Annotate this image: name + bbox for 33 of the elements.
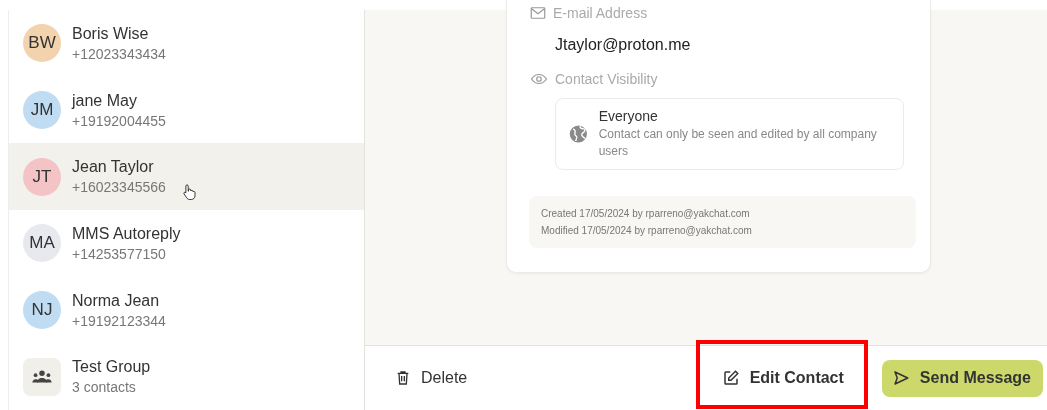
contact-name: MMS Autoreply — [72, 224, 181, 243]
option-description: Contact can only be seen and edited by all company users — [598, 126, 878, 160]
avatar: NJ — [23, 291, 61, 329]
contact-name: jane May — [72, 91, 138, 110]
contact-name: Jean Taylor — [72, 158, 155, 177]
contact-item[interactable]: JT Jean Taylor +16023345566 — [9, 143, 364, 210]
contact-name: Boris Wise — [72, 24, 150, 43]
phone-number: +12023343434 — [72, 45, 166, 62]
member-count: 3 contacts — [72, 379, 137, 396]
phone-number: +19192123344 — [72, 312, 166, 329]
avatar: BW — [23, 24, 61, 63]
delete-button[interactable]: Delete — [389, 361, 474, 395]
phone-number: +19192004455 — [72, 112, 166, 129]
avatar: JM — [23, 91, 61, 129]
phone-number: +16023345566 — [72, 179, 166, 196]
audit-text: Modified 17/05/2024 by rparreno@yakchat.com — [541, 225, 753, 236]
field-label: Contact Visibility — [555, 71, 658, 87]
contact-name: Test Group — [72, 358, 151, 377]
edit-contact-button[interactable]: Edit Contact — [715, 361, 850, 395]
phone-number: +14253577150 — [72, 245, 167, 262]
field-label: E-mail Address — [553, 5, 648, 21]
contact-item[interactable]: BW Boris Wise +12023343434 — [9, 10, 364, 77]
contact-item[interactable]: JM jane May +19192004455 — [9, 76, 364, 144]
option-title: Everyone — [598, 108, 659, 124]
avatar: JT — [23, 157, 61, 196]
send-message-button[interactable]: Send Message — [881, 359, 1043, 397]
audit-text: Created 17/05/2024 by rparreno@yakchat.com — [541, 208, 751, 219]
avatar: MA — [23, 224, 61, 263]
email-value: Jtaylor@proton.me — [555, 36, 692, 54]
contact-name: Norma Jean — [72, 291, 161, 310]
contact-item[interactable]: NJ Norma Jean +19192123344 — [9, 276, 364, 344]
contact-item[interactable]: Test Group 3 contacts — [9, 343, 364, 410]
contact-item[interactable]: MA MMS Autoreply +14253577150 — [9, 210, 364, 277]
